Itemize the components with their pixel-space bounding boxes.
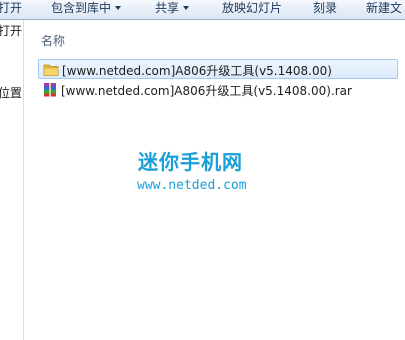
include-in-library-button[interactable]: 包含到库中	[51, 0, 122, 19]
burn-button[interactable]: 刻录	[313, 0, 337, 19]
share-button[interactable]: 共享	[155, 0, 190, 19]
dropdown-arrow-icon	[115, 6, 122, 10]
pane-divider[interactable]	[23, 20, 24, 340]
include-in-library-label: 包含到库中	[51, 1, 112, 15]
nav-item-open[interactable]: 打开	[0, 22, 22, 39]
navigation-pane: 打开 位置	[0, 20, 23, 340]
file-name: [www.netded.com]A806升级工具(v5.1408.00)	[62, 64, 332, 78]
command-bar: 打开 包含到库中 共享 放映幻灯片 刻录 新建文	[0, 0, 405, 20]
dropdown-arrow-icon	[183, 6, 190, 10]
folder-icon	[43, 64, 59, 76]
watermark-url: www.netded.com	[137, 178, 247, 193]
column-header-name[interactable]: 名称	[41, 32, 65, 49]
rar-archive-icon	[44, 83, 56, 97]
slideshow-button[interactable]: 放映幻灯片	[222, 0, 282, 19]
new-folder-button[interactable]: 新建文	[366, 0, 402, 19]
open-button[interactable]: 打开	[0, 0, 22, 19]
file-row-folder[interactable]: [www.netded.com]A806升级工具(v5.1408.00)	[38, 59, 398, 79]
share-label: 共享	[155, 1, 180, 15]
watermark-title: 迷你手机网	[138, 150, 243, 174]
nav-item-location[interactable]: 位置	[0, 84, 22, 101]
file-row-archive[interactable]: [www.netded.com]A806升级工具(v5.1408.00).rar	[38, 80, 398, 100]
file-name: [www.netded.com]A806升级工具(v5.1408.00).rar	[61, 84, 352, 98]
